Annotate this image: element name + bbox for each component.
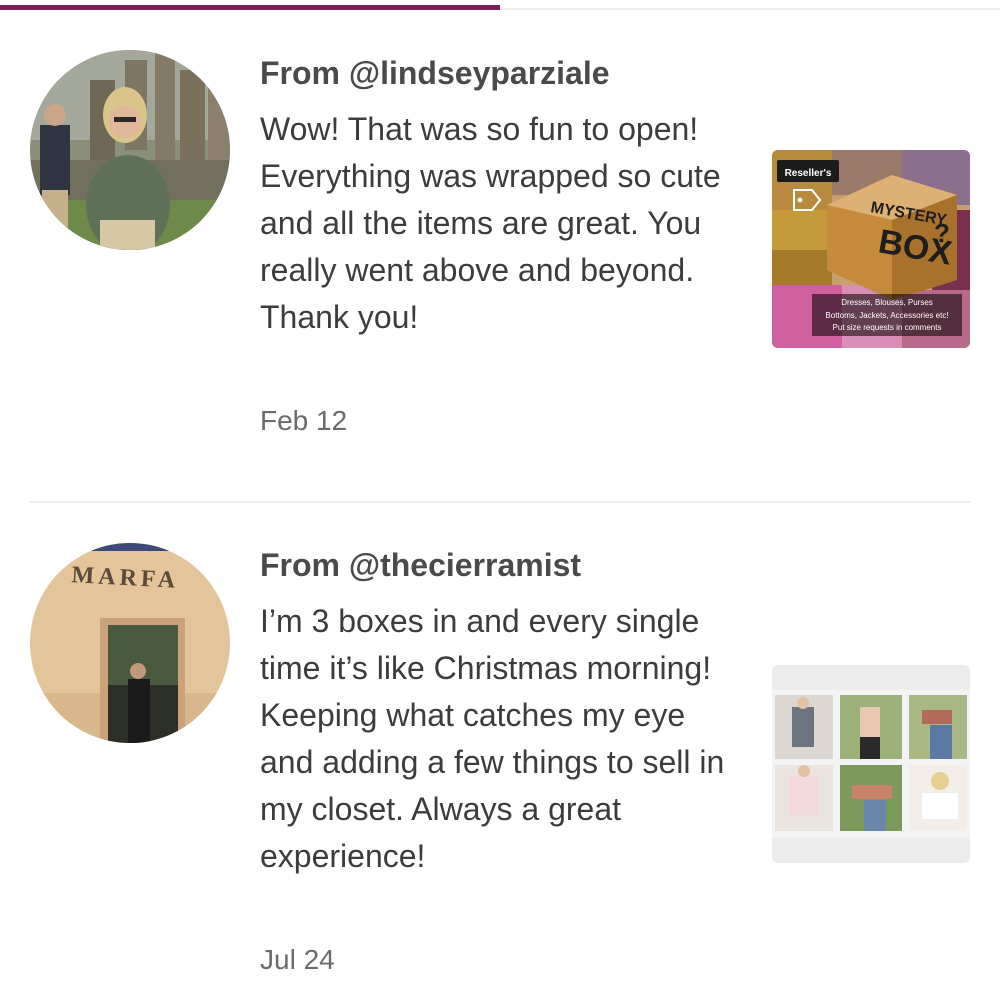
listing-caption-line3: Put size requests in comments [833,323,942,332]
reviewer-handle[interactable]: From @lindseyparziale [260,53,610,93]
review-date: Feb 12 [260,405,348,436]
reviewer-handle[interactable]: From @thecierramist [260,545,581,585]
reviewer-avatar[interactable]: MARFA [30,543,230,743]
listing-thumbnail[interactable]: Reseller's MYSTERY BOX ? Dresses, Blouse… [772,150,970,348]
review-text: Wow! That was so fun to open! Everything… [260,111,721,335]
reviewer-avatar[interactable] [30,50,230,250]
review-text: I’m 3 boxes in and every single time it’… [260,603,725,874]
listing-caption-line2: Bottoms, Jackets, Accessories etc! [825,311,948,320]
listing-thumbnail[interactable] [772,665,970,863]
listing-question-mark: ? [934,218,950,248]
review-date: Jul 24 [260,944,335,975]
listing-caption-line1: Dresses, Blouses, Purses [841,298,933,307]
listing-badge: Reseller's [785,168,832,179]
review-divider [30,501,970,503]
active-tab-indicator [0,5,500,10]
